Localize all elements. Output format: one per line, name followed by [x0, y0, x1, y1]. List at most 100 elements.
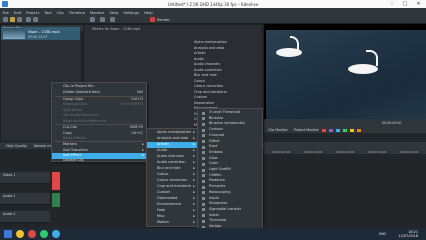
effect-item-cartoon[interactable]: Cartoon: [198, 127, 262, 133]
effect-item-charcoal[interactable]: Charcoal: [198, 133, 262, 139]
effect-category-colour[interactable]: Colour ▸: [147, 172, 197, 178]
effect-item-sepia[interactable]: Sepia: [198, 196, 262, 202]
track-name[interactable]: Video 1: [3, 173, 15, 177]
effect-tree-category[interactable]: Audio channels: [194, 62, 220, 66]
effect-tree-category[interactable]: Blur and hide: [194, 73, 217, 77]
menu-clip[interactable]: Clip: [54, 8, 66, 15]
effect-item-primaries[interactable]: Primaries: [198, 184, 262, 190]
effect-category-custom[interactable]: Custom ▸: [147, 190, 197, 196]
close-button[interactable]: ✕: [411, 0, 426, 8]
effect-item-binarize-dynamically[interactable]: Binarize dynamically: [198, 121, 262, 127]
effect-tree-category[interactable]: Deprecated: [194, 101, 214, 105]
effect-category-deprecated[interactable]: Deprecated ▸: [147, 196, 197, 202]
monitor-timecode[interactable]: 00:00:00:00: [382, 121, 401, 125]
select-tool-icon[interactable]: [100, 17, 105, 22]
menu-edit[interactable]: Edit: [11, 8, 23, 15]
effect-category-artistic[interactable]: Artistic ▸: [147, 142, 197, 148]
effect-tree-category[interactable]: Colour: [194, 79, 205, 83]
green-marker-icon[interactable]: [343, 128, 347, 132]
kdenlive-taskbar-icon[interactable]: [52, 230, 60, 238]
track-name[interactable]: Audio 1: [3, 194, 16, 198]
effect-item-sigmoidal-transfer[interactable]: Sigmoidal transfer: [198, 207, 262, 213]
menu-tool[interactable]: Tool: [42, 8, 54, 15]
menu-help[interactable]: Help: [141, 8, 155, 15]
effect-item-grain[interactable]: Grain: [198, 161, 262, 167]
menu-project[interactable]: Project: [24, 8, 42, 15]
effect-category-misc[interactable]: Misc ▸: [147, 214, 197, 220]
effect-category-audio-channels[interactable]: Audio channels ▸: [147, 154, 197, 160]
chrome-icon[interactable]: [28, 230, 36, 238]
tab-project-monitor[interactable]: Project Monitor: [294, 128, 319, 132]
effect-tree-category[interactable]: Audio correction: [194, 68, 222, 72]
effect-tree-category[interactable]: Custom: [194, 95, 207, 99]
minimize-button[interactable]: –: [386, 0, 398, 8]
maximize-button[interactable]: □: [399, 0, 411, 8]
new-project-icon[interactable]: [3, 17, 8, 22]
effect-tree-category[interactable]: Audio: [194, 57, 204, 61]
undo-icon[interactable]: [26, 17, 31, 22]
track-header-audio-1[interactable]: Audio 1: [0, 193, 50, 205]
orange-marker-icon[interactable]: [357, 128, 361, 132]
track-header-video-1[interactable]: Video 1: [0, 172, 50, 184]
effect-category-analysis-and-data[interactable]: Analysis and data ▸: [147, 136, 197, 142]
start-button-icon[interactable]: [4, 230, 12, 238]
context-menu-disable-clip[interactable]: Disable Clip: [52, 158, 146, 164]
effect-category-enhancement[interactable]: Enhancement ▸: [147, 202, 197, 208]
file-explorer-icon[interactable]: [16, 230, 24, 238]
effect-category-alpha-manipulation[interactable]: Alpha manipulation ▸: [147, 130, 197, 136]
effect-item-threshold[interactable]: Threshold: [198, 218, 262, 224]
render-label[interactable]: Render: [157, 18, 170, 22]
effect-tree-category[interactable]: Alpha manipulation: [194, 40, 227, 44]
effect-item-emboss[interactable]: Emboss: [198, 150, 262, 156]
open-project-icon[interactable]: [10, 17, 15, 22]
effect-category-motion[interactable]: Motion ▸: [147, 220, 197, 226]
menu-monitor[interactable]: Monitor: [87, 8, 106, 15]
effect-tree-category[interactable]: Colour correction: [194, 84, 223, 88]
effect-item-light-graffiti[interactable]: Light Graffiti: [198, 167, 262, 173]
save-project-icon[interactable]: [17, 17, 22, 22]
cut-tool-icon[interactable]: [90, 17, 95, 22]
menu-view[interactable]: View: [107, 8, 121, 15]
effect-category-audio-correction[interactable]: Audio correction ▸: [147, 160, 197, 166]
blue-marker-icon[interactable]: [336, 128, 340, 132]
effect-item-sharpness[interactable]: Sharpness: [198, 201, 262, 207]
menu-file[interactable]: File: [0, 8, 11, 15]
effect-tree-category[interactable]: Crop and transform: [194, 90, 227, 94]
redo-icon[interactable]: [33, 17, 38, 22]
app-icon[interactable]: [40, 230, 48, 238]
spacer-tool-icon[interactable]: [110, 17, 115, 22]
effect-category-blur-and-hide[interactable]: Blur and hide ▸: [147, 166, 197, 172]
timeline-ruler[interactable]: 00:00:00:00 00:00:10:00 00:00:20:00 00:0…: [264, 149, 426, 154]
timeline-audio-clip[interactable]: [52, 193, 60, 207]
taskbar-clock[interactable]: 18:21 12/07/2018: [398, 230, 418, 238]
effect-item-posterize[interactable]: Posterize: [198, 178, 262, 184]
effect-item-oldfilm[interactable]: Oldfilm: [198, 173, 262, 179]
effect-category-audio[interactable]: Audio ▸: [147, 148, 197, 154]
timeline-video-clip[interactable]: [52, 172, 60, 190]
effect-item-dust[interactable]: Dust: [198, 144, 262, 150]
track-header-audio-2[interactable]: Audio 2: [0, 211, 50, 223]
menu-timeline[interactable]: Timeline: [66, 8, 87, 15]
effect-tree-category[interactable]: Artistic: [194, 51, 206, 55]
tab-clip-monitor[interactable]: Clip Monitor: [268, 128, 288, 132]
context-menu-clip-in-project-bin[interactable]: Clip in Project Bin: [52, 84, 146, 90]
quality-selector[interactable]: High Quality: [6, 144, 27, 148]
effect-item-dither[interactable]: Dither: [198, 139, 262, 145]
language-indicator[interactable]: ENG: [379, 232, 386, 236]
effect-item-rotoscoping[interactable]: Rotoscoping: [198, 190, 262, 196]
bin-clip-name[interactable]: Swan - 1338.mp4: [28, 30, 60, 34]
effect-item-sobel[interactable]: Sobel: [198, 213, 262, 219]
red-marker-icon[interactable]: [322, 128, 326, 132]
effect-category-crop-and-transform[interactable]: Crop and transform ▸: [147, 184, 197, 190]
effect-item-binarize[interactable]: Binarize: [198, 116, 262, 122]
purple-marker-icon[interactable]: [329, 128, 333, 132]
effect-category-fade[interactable]: Fade ▸: [147, 208, 197, 214]
yellow-marker-icon[interactable]: [350, 128, 354, 132]
effect-item-3-level-threshold[interactable]: 3 Level Threshold: [198, 110, 262, 116]
menu-settings[interactable]: Settings: [121, 8, 142, 15]
effect-category-colour-correction[interactable]: Colour correction ▸: [147, 178, 197, 184]
track-name[interactable]: Audio 2: [3, 212, 16, 216]
render-icon[interactable]: [150, 17, 155, 22]
effect-item-glow[interactable]: Glow: [198, 156, 262, 162]
effect-tree-category[interactable]: Analysis and data: [194, 46, 224, 50]
